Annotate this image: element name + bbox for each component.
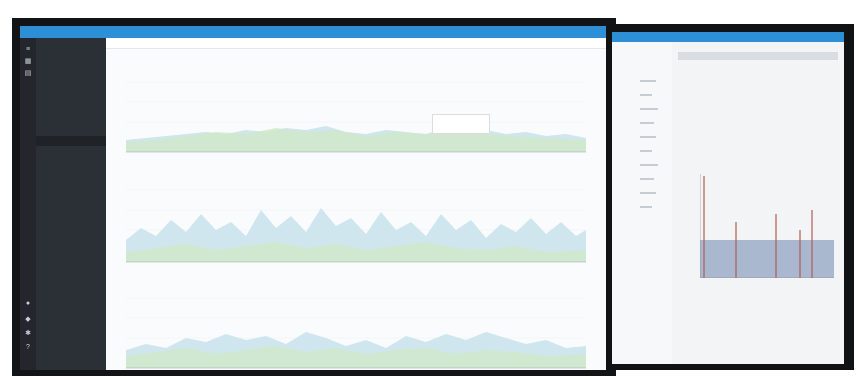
list-rows	[640, 80, 658, 208]
main-content	[106, 38, 608, 370]
chart-legend	[432, 114, 490, 134]
secondary-monitor	[606, 24, 854, 370]
menu-icon[interactable]: ≡	[24, 46, 32, 54]
secondary-header	[678, 52, 838, 60]
bell-icon[interactable]: ◆	[24, 316, 32, 324]
main-screen: ≡ ▦ ▤ ● ◆ ✱ ?	[20, 26, 608, 370]
secondary-title-bar	[612, 32, 844, 42]
settings-icon[interactable]: ✱	[24, 330, 32, 338]
chart-series	[126, 128, 586, 152]
help-icon[interactable]: ?	[24, 344, 32, 352]
title-bar	[20, 26, 608, 38]
bar-chart	[700, 174, 834, 278]
dashboard-icon[interactable]: ▦	[24, 58, 32, 66]
area-chart-3	[126, 297, 586, 369]
area-chart-1	[126, 81, 586, 153]
area-chart-2	[126, 189, 586, 263]
main-monitor: ≡ ▦ ▤ ● ◆ ✱ ?	[12, 18, 616, 376]
sidebar: ≡ ▦ ▤ ● ◆ ✱ ?	[20, 38, 106, 370]
secondary-list-panel	[612, 42, 672, 364]
sidebar-item-active[interactable]	[36, 136, 106, 146]
chart-panel-1	[106, 62, 608, 162]
toolbar	[106, 48, 608, 58]
chart-icon[interactable]: ▤	[24, 70, 32, 78]
bar-series	[700, 240, 834, 278]
secondary-screen	[612, 32, 844, 364]
icon-rail: ≡ ▦ ▤ ● ◆ ✱ ?	[20, 38, 36, 370]
chart-panel-3	[106, 278, 608, 370]
user-icon[interactable]: ●	[24, 300, 32, 308]
chart-panel-2	[106, 170, 608, 270]
